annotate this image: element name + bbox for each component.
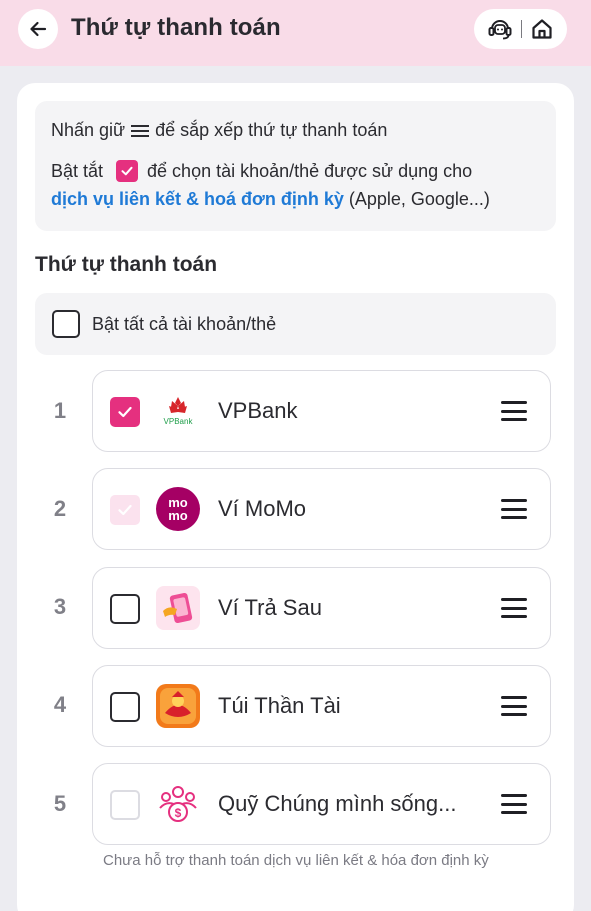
check-icon [118, 504, 132, 516]
row-name: Túi Thần Tài [218, 693, 341, 718]
group-fund-icon: $ [155, 781, 201, 827]
info-text: để sắp xếp thứ tự thanh toán [155, 120, 388, 140]
drag-handle-icon[interactable] [501, 401, 527, 421]
arrow-left-icon [30, 21, 47, 37]
info-line-link: dịch vụ liên kết & hoá đơn định kỳ (Appl… [51, 189, 490, 210]
header-divider [521, 20, 522, 38]
back-button[interactable] [18, 9, 58, 49]
payment-source-row[interactable]: $ Quỹ Chúng mình sống... [92, 763, 551, 845]
info-box: Nhấn giữ để sắp xếp thứ tự thanh toán Bậ… [35, 101, 556, 231]
toggle-all-checkbox[interactable] [52, 310, 80, 338]
drag-handle-icon[interactable] [501, 499, 527, 519]
row-checkbox[interactable] [110, 692, 140, 722]
svg-text:VPBank: VPBank [164, 417, 194, 426]
payment-source-row[interactable]: Túi Thần Tài [92, 665, 551, 747]
row-index: 1 [53, 398, 67, 423]
page-title: Thứ tự thanh toán [71, 14, 281, 41]
payment-source-row[interactable]: mo mo Ví MoMo [92, 468, 551, 550]
support-headset-icon[interactable] [487, 17, 513, 41]
info-text: Bật tắt [51, 160, 104, 181]
row-name: Ví Trả Sau [218, 595, 322, 620]
checkbox-example-icon [116, 160, 139, 182]
payment-source-row[interactable]: Ví Trả Sau [92, 567, 551, 649]
header-actions [474, 9, 567, 49]
info-text: (Apple, Google...) [343, 189, 490, 209]
row-index: 3 [53, 594, 67, 619]
row-name: Quỹ Chúng mình sống... [218, 791, 457, 816]
row-unsupported-note: Chưa hỗ trợ thanh toán dịch vụ liên kết … [103, 852, 489, 869]
drag-handle-icon [131, 124, 150, 137]
row-checkbox-disabled [110, 790, 140, 820]
svg-text:$: $ [175, 806, 182, 820]
toggle-all-row[interactable]: Bật tất cả tài khoản/thẻ [35, 293, 556, 355]
row-index: 2 [53, 496, 67, 521]
row-checkbox[interactable] [110, 594, 140, 624]
row-checkbox-disabled [110, 495, 140, 525]
info-line-toggle: Bật tắt để chọn tài khoản/thẻ được sử dụ… [51, 160, 472, 182]
momo-logo-icon: mo mo [155, 486, 201, 532]
drag-handle-icon[interactable] [501, 794, 527, 814]
info-line-drag: Nhấn giữ để sắp xếp thứ tự thanh toán [51, 120, 387, 141]
home-icon[interactable] [530, 17, 554, 41]
svg-text:mo: mo [168, 508, 188, 523]
section-title: Thứ tự thanh toán [35, 253, 218, 276]
main-card: Nhấn giữ để sắp xếp thứ tự thanh toán Bậ… [17, 83, 574, 911]
vpbank-logo-icon: VPBank [155, 388, 201, 434]
drag-handle-icon[interactable] [501, 696, 527, 716]
wallet-pay-later-icon [155, 585, 201, 631]
payment-source-row[interactable]: VPBank VPBank [92, 370, 551, 452]
top-header: Thứ tự thanh toán [0, 0, 591, 66]
check-icon [118, 406, 132, 418]
row-name: VPBank [218, 398, 298, 423]
row-name: Ví MoMo [218, 496, 307, 521]
row-checkbox[interactable] [110, 397, 140, 427]
than-tai-bag-icon [155, 683, 201, 729]
row-index: 5 [53, 791, 67, 816]
info-text: Nhấn giữ [51, 120, 126, 140]
linked-services-link[interactable]: dịch vụ liên kết & hoá đơn định kỳ [51, 189, 344, 209]
toggle-all-label: Bật tất cả tài khoản/thẻ [92, 314, 277, 334]
drag-handle-icon[interactable] [501, 598, 527, 618]
info-text: để chọn tài khoản/thẻ được sử dụng cho [147, 160, 473, 181]
row-index: 4 [53, 692, 67, 717]
